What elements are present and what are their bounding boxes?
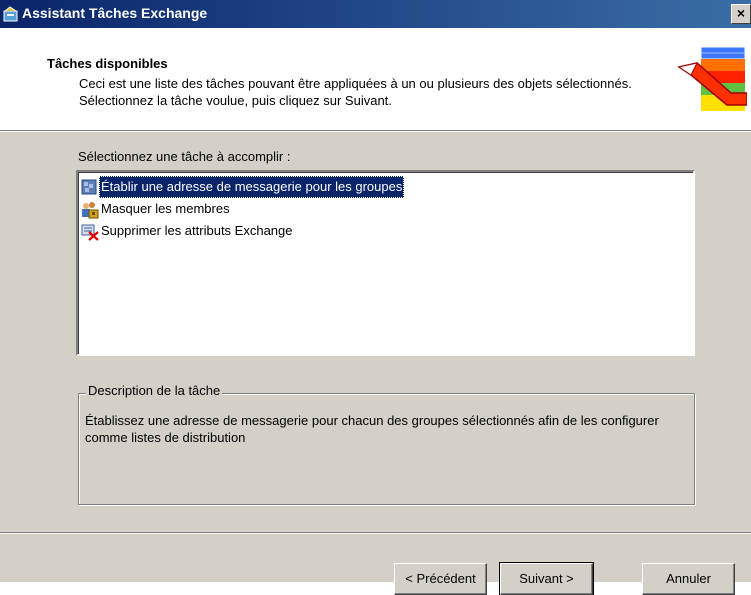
page-title: Tâches disponibles <box>47 56 168 71</box>
cancel-button[interactable]: Annuler <box>642 563 735 595</box>
list-item-label: Établir une adresse de messagerie pour l… <box>99 176 405 198</box>
close-icon: × <box>736 5 746 21</box>
list-item[interactable]: Établir une adresse de messagerie pour l… <box>79 176 672 198</box>
users-lock-icon <box>82 202 99 219</box>
task-listbox[interactable]: Établir une adresse de messagerie pour l… <box>76 170 695 356</box>
wizard-header: Tâches disponibles Ceci est une liste de… <box>0 28 751 130</box>
next-button-label: Suivant > <box>519 571 574 586</box>
back-button-label: < Précédent <box>405 571 476 586</box>
list-item-label: Masquer les membres <box>101 201 230 216</box>
task-list-label: Sélectionnez une tâche à accomplir : <box>78 149 291 164</box>
close-button[interactable]: × <box>731 4 751 24</box>
wizard-body: Sélectionnez une tâche à accomplir : Éta… <box>0 132 751 595</box>
task-description-group <box>78 393 695 505</box>
back-button[interactable]: < Précédent <box>394 563 487 595</box>
mail-group-icon <box>81 179 97 195</box>
next-button[interactable]: Suivant > <box>499 562 594 595</box>
title-bar[interactable]: Assistant Tâches Exchange × <box>0 0 751 28</box>
list-item[interactable]: Supprimer les attributs Exchange <box>79 220 672 242</box>
exchange-task-icon <box>3 6 18 22</box>
page-description: Ceci est une liste des tâches pouvant êt… <box>79 76 632 108</box>
task-description-legend: Description de la tâche <box>86 383 223 398</box>
cancel-button-label: Annuler <box>666 571 711 586</box>
list-item-label: Supprimer les attributs Exchange <box>101 223 293 238</box>
footer-divider-highlight <box>0 533 751 534</box>
task-description-text: Établissez une adresse de messagerie pou… <box>85 413 659 445</box>
delete-attributes-icon <box>81 224 99 241</box>
list-item[interactable]: Masquer les membres <box>79 198 672 220</box>
window-title: Assistant Tâches Exchange <box>22 5 208 21</box>
wizard-banner-icon <box>677 46 747 111</box>
